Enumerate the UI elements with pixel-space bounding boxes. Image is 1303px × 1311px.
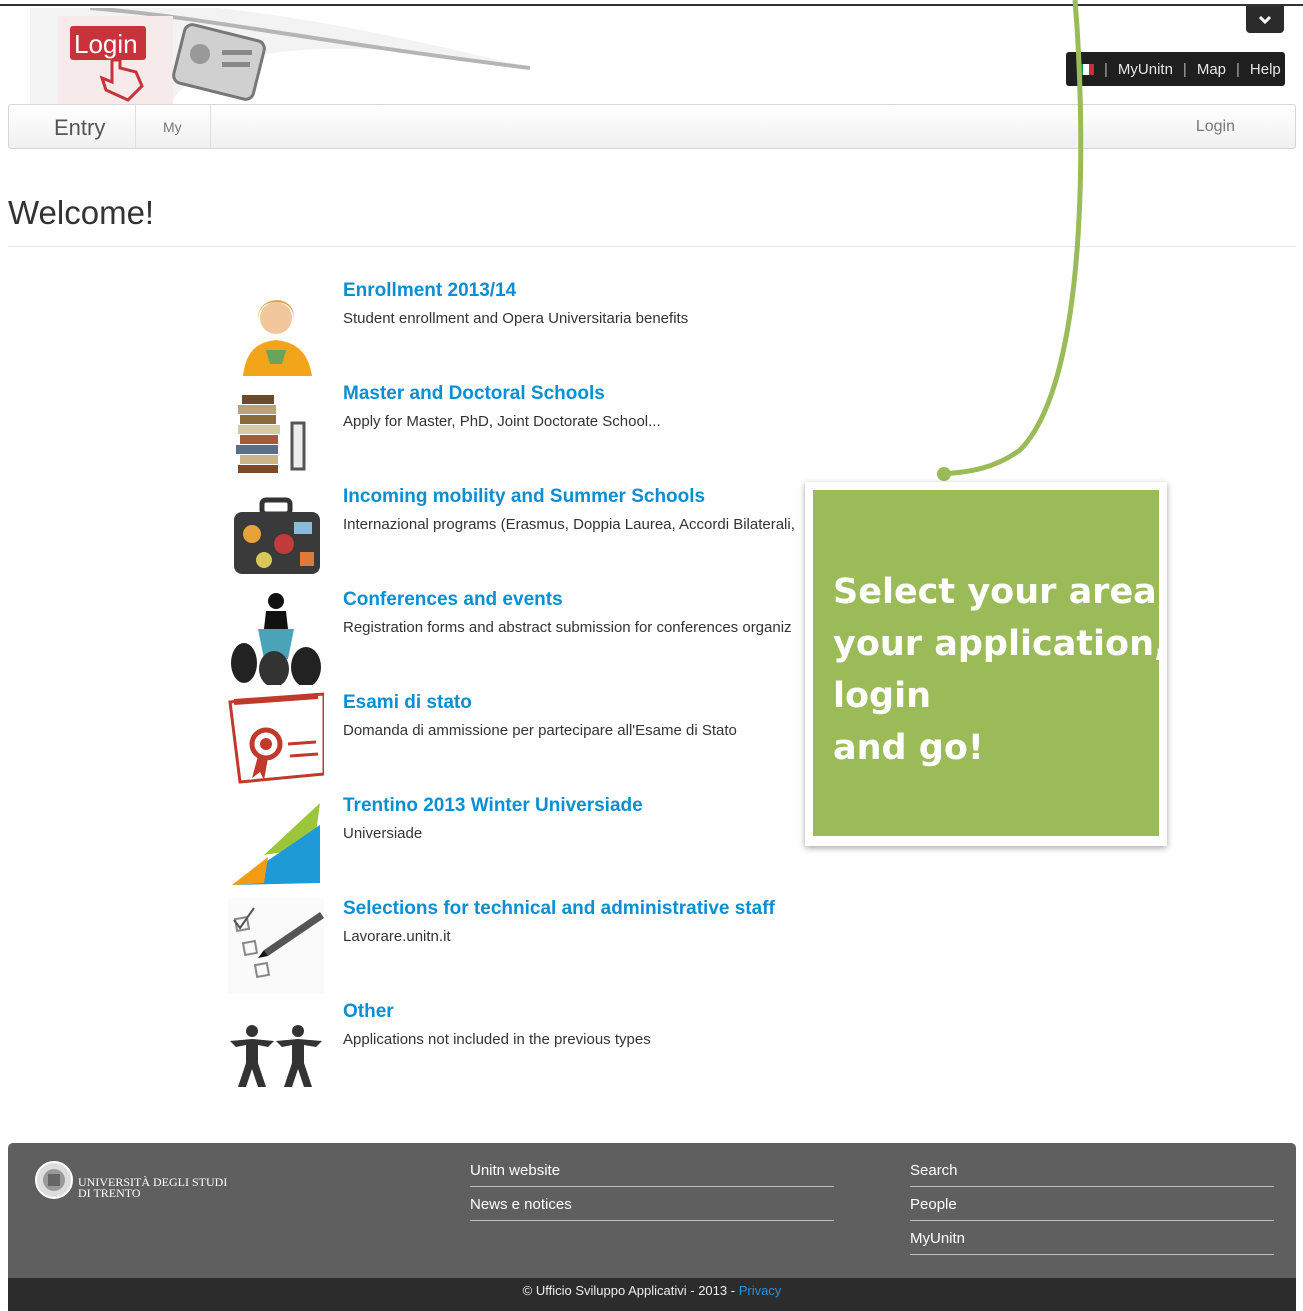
app-description: Apply for Master, PhD, Joint Doctorate S… — [343, 413, 661, 430]
callout-pointer-line — [937, 0, 1084, 481]
app-description: Lavorare.unitn.it — [343, 928, 451, 945]
app-description: Student enrollment and Opera Universitar… — [343, 310, 689, 327]
nav-divider — [135, 105, 136, 148]
app-item-other: Other Applications not included in the p… — [228, 1001, 828, 1101]
login-logo-text: Login — [74, 29, 138, 59]
chevron-down-icon — [1258, 15, 1272, 24]
app-title[interactable]: Esami di stato — [343, 692, 472, 714]
books-icon[interactable] — [228, 383, 324, 479]
university-name: UNIVERSITÀ DEGLI STUDI DI TRENTO — [78, 1176, 227, 1200]
footer-links-col1: Unitn website News e notices — [470, 1153, 834, 1221]
app-title[interactable]: Incoming mobility and Summer Schools — [343, 486, 705, 508]
app-title[interactable]: Trentino 2013 Winter Universiade — [343, 795, 643, 817]
top-border — [0, 0, 1303, 6]
page-title: Welcome! — [8, 194, 155, 231]
nav-login[interactable]: Login — [1196, 118, 1235, 136]
brand-entry[interactable]: Entry — [54, 115, 105, 141]
separator: | — [1104, 60, 1108, 78]
university-name-line: DI TRENTO — [78, 1186, 141, 1200]
app-item-incoming-mobility: Incoming mobility and Summer Schools Int… — [228, 486, 828, 586]
callout-box: Select your area, your application, logi… — [805, 482, 1171, 846]
callout-line: and go! — [833, 728, 984, 768]
footer-link-myunitn[interactable]: MyUnitn — [910, 1221, 1274, 1255]
people-chain-icon[interactable] — [228, 1001, 324, 1097]
student-photo-icon[interactable] — [228, 280, 324, 376]
footer-copyright-bar: © Ufficio Sviluppo Applicativi - 2013 - … — [8, 1278, 1296, 1311]
nav-my[interactable]: My — [163, 119, 182, 135]
university-seal-icon[interactable] — [33, 1160, 75, 1200]
callout-line: Select your area, — [833, 572, 1171, 612]
nav-divider — [210, 105, 211, 148]
app-item-conferences: Conferences and events Registration form… — [228, 589, 828, 689]
app-description: Registration forms and abstract submissi… — [343, 619, 792, 636]
app-title[interactable]: Master and Doctoral Schools — [343, 383, 605, 405]
app-title[interactable]: Conferences and events — [343, 589, 563, 611]
footer-link-people[interactable]: People — [910, 1187, 1274, 1221]
suitcase-icon[interactable] — [228, 486, 324, 582]
app-title[interactable]: Enrollment 2013/14 — [343, 280, 516, 302]
app-item-staff-selections: Selections for technical and administrat… — [228, 898, 828, 998]
app-description: Applications not included in the previou… — [343, 1031, 651, 1048]
footer-link-news[interactable]: News e notices — [470, 1187, 834, 1221]
certificate-icon[interactable] — [228, 692, 324, 788]
callout-line: login — [833, 676, 932, 716]
checklist-pen-icon[interactable] — [228, 898, 324, 994]
login-header-logo: Login — [30, 8, 530, 104]
app-item-enrollment: Enrollment 2013/14 Student enrollment an… — [228, 280, 828, 380]
collapse-header-button[interactable] — [1246, 6, 1284, 33]
footer-links-col2: Search People MyUnitn — [910, 1153, 1274, 1255]
title-divider — [8, 246, 1296, 247]
app-title[interactable]: Other — [343, 1001, 394, 1023]
app-title[interactable]: Selections for technical and administrat… — [343, 898, 775, 920]
app-description: Internazional programs (Erasmus, Doppia … — [343, 516, 795, 533]
copyright-text: © Ufficio Sviluppo Applicativi - 2013 - — [522, 1283, 736, 1298]
app-item-master-doctoral: Master and Doctoral Schools Apply for Ma… — [228, 383, 828, 483]
conference-speaker-icon[interactable] — [228, 589, 324, 685]
top-link-map[interactable]: Map — [1197, 61, 1226, 78]
callout-line: your application, — [833, 624, 1168, 664]
app-description: Universiade — [343, 825, 423, 842]
footer-link-unitn-website[interactable]: Unitn website — [470, 1153, 834, 1187]
app-description: Domanda di ammissione per partecipare al… — [343, 722, 737, 739]
separator: | — [1236, 60, 1240, 78]
footer-link-search[interactable]: Search — [910, 1153, 1274, 1187]
top-link-help[interactable]: Help — [1250, 61, 1281, 78]
privacy-link[interactable]: Privacy — [739, 1283, 782, 1298]
callout-message: Select your area, your application, logi… — [813, 490, 1171, 836]
app-item-esami-di-stato: Esami di stato Domanda di ammissione per… — [228, 692, 828, 792]
top-link-myunitn[interactable]: MyUnitn — [1118, 61, 1173, 78]
separator: | — [1182, 60, 1187, 78]
universiade-logo-icon[interactable] — [228, 795, 324, 891]
app-item-universiade: Trentino 2013 Winter Universiade Univers… — [228, 795, 828, 895]
main-navbar: Entry My Login — [8, 104, 1296, 149]
